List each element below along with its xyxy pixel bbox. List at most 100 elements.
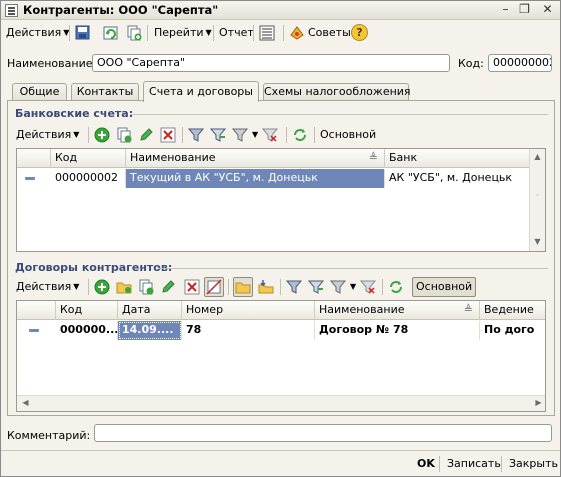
toolbar-divider (213, 25, 214, 41)
column-header-name[interactable]: Наименование ≜ (126, 149, 385, 168)
add-folder-icon[interactable] (116, 279, 132, 295)
contracts-main-button[interactable]: Основной (412, 277, 477, 297)
edit-icon[interactable] (160, 279, 176, 295)
horizontal-scrollbar[interactable]: ◀ ▶ (17, 395, 545, 411)
contracts-actions-menu-button[interactable]: Действия ▼ (14, 278, 81, 296)
minimize-button[interactable]: – (497, 2, 514, 18)
name-field[interactable]: ООО "Сарепта" (92, 54, 450, 72)
chevron-down-icon[interactable]: ▼ (252, 130, 258, 139)
filter-icon[interactable] (286, 279, 302, 295)
bank-actions-menu-button[interactable]: Действия ▼ (14, 126, 81, 144)
table-header: Код Наименование ≜ Банк (17, 149, 530, 168)
column-header-number[interactable]: Номер (182, 301, 315, 320)
column-header-date[interactable]: Дата (118, 301, 182, 320)
tab-accounts-contracts[interactable]: Счета и договоры (143, 81, 259, 102)
hierarchy-toggle-button[interactable] (204, 277, 224, 297)
code-field[interactable]: 000000002 (488, 54, 552, 72)
restore-button[interactable]: ❐ (516, 2, 533, 18)
save-button[interactable]: Записать (447, 456, 501, 472)
help-button[interactable]: ? (351, 24, 368, 41)
bank-accounts-title: Банковские счета: (15, 107, 134, 120)
comment-field[interactable] (94, 424, 552, 442)
toolbar-divider (182, 127, 183, 143)
row-marker-icon (25, 177, 35, 180)
cell-number: 78 (182, 321, 315, 340)
goto-menu-button[interactable]: Перейти ▼ (152, 24, 214, 42)
clear-filter-icon[interactable] (360, 279, 376, 295)
chevron-down-icon: ▼ (73, 282, 80, 291)
column-label: Наименование (130, 151, 216, 164)
goto-label: Перейти (154, 26, 204, 39)
actions-label: Действия (16, 128, 72, 141)
refresh-icon[interactable] (388, 279, 404, 295)
copy-icon[interactable] (116, 127, 132, 143)
scroll-down-icon[interactable]: ▼ (530, 235, 545, 250)
header-marker (17, 301, 56, 320)
toolbar-divider (314, 127, 315, 143)
delete-icon[interactable] (160, 127, 176, 143)
toolbar-divider (382, 279, 383, 295)
name-label: Наименование: (7, 57, 97, 70)
bank-accounts-toolbar: Действия ▼ ▼ Основной (12, 124, 552, 146)
chevron-down-icon[interactable]: ▼ (350, 282, 356, 291)
chevron-down-icon: ▼ (73, 130, 80, 139)
filter-icon[interactable] (188, 127, 204, 143)
tab-tax-schemes[interactable]: Схемы налогообложения (263, 83, 411, 101)
column-header-code[interactable]: Код (56, 301, 118, 320)
cell-code: 000000002 (51, 169, 126, 188)
hierarchy-off-icon (206, 279, 222, 295)
tab-contacts[interactable]: Контакты (71, 83, 139, 101)
copy-icon[interactable] (138, 279, 154, 295)
ok-button[interactable]: OK (417, 456, 435, 472)
edit-icon[interactable] (138, 127, 154, 143)
filter-history-icon[interactable] (232, 127, 248, 143)
filter-history-icon[interactable] (330, 279, 346, 295)
bank-main-button[interactable]: Основной (318, 126, 378, 144)
close-button[interactable]: ✕ (539, 2, 556, 18)
scroll-left-icon[interactable]: ◀ (18, 396, 33, 411)
tips-button[interactable]: Советы (306, 24, 353, 42)
scroll-thumb[interactable]: ◦ (530, 189, 545, 204)
refresh-icon[interactable] (292, 127, 308, 143)
clear-filter-icon[interactable] (262, 127, 278, 143)
tab-panel: Банковские счета: Действия ▼ ▼ Основной К (7, 100, 555, 416)
scroll-right-icon[interactable]: ▶ (531, 396, 545, 411)
table-row[interactable]: 000000... 14.09.... 78 Договор № 78 По д… (17, 321, 545, 340)
toolbar-divider (228, 279, 229, 295)
structure-icon[interactable] (259, 25, 275, 41)
save-and-close-icon[interactable] (75, 25, 91, 41)
actions-label: Действия (6, 26, 62, 39)
delete-icon[interactable] (184, 279, 200, 295)
actions-menu-button[interactable]: Действия ▼ (4, 24, 71, 42)
document-icon (5, 4, 18, 17)
cell-name: Договор № 78 (315, 321, 480, 340)
column-header-bank[interactable]: Банк (385, 149, 530, 168)
scroll-up-icon[interactable]: ▲ (530, 150, 545, 165)
column-header-code[interactable]: Код (51, 149, 126, 168)
refresh-record-icon[interactable] (103, 25, 119, 41)
folder-view-button[interactable] (233, 277, 253, 297)
title-bar: Контрагенты: ООО "Сарепта" – ❐ ✕ (1, 1, 560, 20)
close-form-button[interactable]: Закрыть (509, 456, 558, 472)
sort-icon: ≜ (368, 151, 378, 164)
cell-name: Текущий в АК "УСБ", м. Донецьк (126, 169, 385, 188)
filter-by-value-icon[interactable] (308, 279, 324, 295)
contracts-table[interactable]: Код Дата Номер Наименование ≜ Ведение 000… (16, 300, 546, 412)
column-header-name[interactable]: Наименование ≜ (315, 301, 480, 320)
toolbar-divider (283, 25, 284, 41)
report-button[interactable]: Отчет (217, 24, 256, 42)
tab-general[interactable]: Общие (12, 83, 67, 101)
add-icon[interactable] (94, 279, 110, 295)
table-row[interactable]: 000000002 Текущий в АК "УСБ", м. Донецьк… (17, 169, 530, 188)
move-to-folder-icon[interactable] (258, 279, 274, 295)
vertical-scrollbar[interactable]: ▲ ◦ ▼ (529, 149, 545, 251)
actions-label: Действия (16, 280, 72, 293)
toolbar-divider (501, 456, 502, 472)
toolbar-divider (147, 25, 148, 41)
bank-accounts-table[interactable]: Код Наименование ≜ Банк 000000002 Текущий… (16, 148, 546, 252)
column-header-mode[interactable]: Ведение (480, 301, 545, 320)
add-icon[interactable] (94, 127, 110, 143)
copy-record-icon[interactable] (126, 25, 142, 41)
tips-icon (290, 26, 304, 40)
filter-by-value-icon[interactable] (210, 127, 226, 143)
